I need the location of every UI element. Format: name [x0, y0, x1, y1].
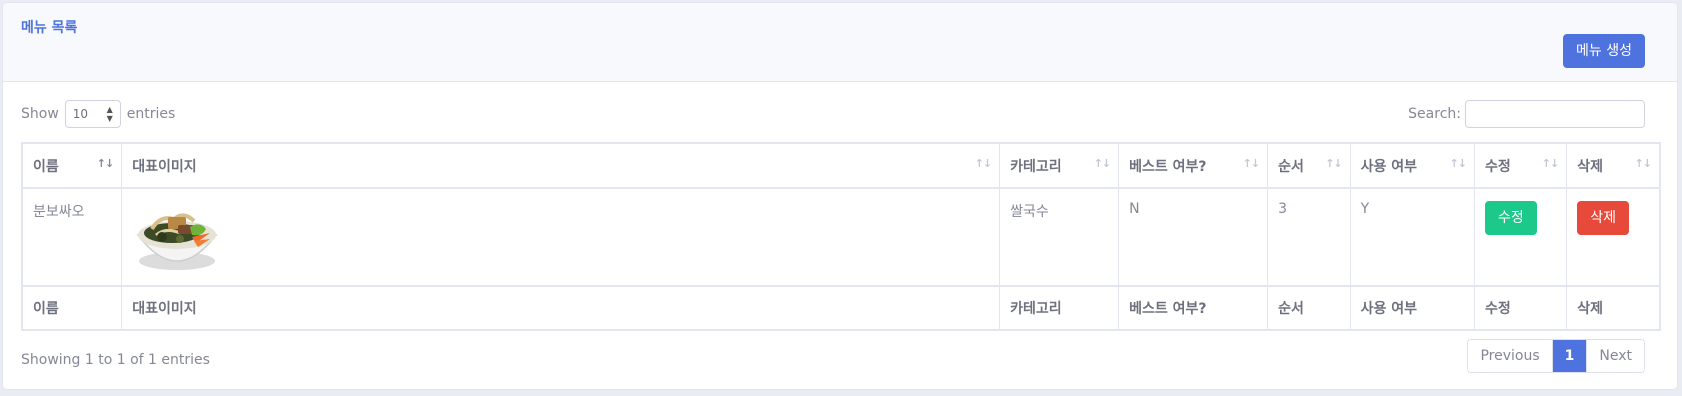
- column-header-name[interactable]: 이름 ↑↓: [21, 142, 123, 189]
- cell-use: Y: [1349, 187, 1476, 287]
- column-header-best[interactable]: 베스트 여부? ↑↓: [1118, 142, 1269, 189]
- column-header-category[interactable]: 카테고리 ↑↓: [999, 142, 1120, 189]
- footer-category: 카테고리: [999, 285, 1120, 331]
- footer-delete: 삭제: [1566, 285, 1661, 331]
- cell-category: 쌀국수: [999, 187, 1120, 287]
- previous-page-button[interactable]: Previous: [1468, 340, 1553, 372]
- column-header-use[interactable]: 사용 여부 ↑↓: [1349, 142, 1476, 189]
- delete-button[interactable]: 삭제: [1577, 201, 1629, 235]
- page-1-button[interactable]: 1: [1552, 340, 1588, 372]
- table-footer-row: 이름 대표이미지 카테고리 베스트 여부? 순서 사용 여부 수정 삭제: [21, 285, 1661, 331]
- menu-image-bowl: [136, 213, 218, 270]
- card-header: 메뉴 목록 메뉴 생성: [3, 3, 1677, 82]
- table-info: Showing 1 to 1 of 1 entries: [21, 352, 210, 368]
- footer-image: 대표이미지: [121, 285, 1001, 331]
- cell-image: [121, 187, 1001, 287]
- search-input[interactable]: [1465, 100, 1645, 128]
- edit-button[interactable]: 수정: [1485, 201, 1537, 235]
- entries-length-value: 10: [72, 107, 89, 121]
- cell-delete: 삭제: [1566, 187, 1661, 287]
- sort-icon: ↑↓: [1634, 157, 1652, 170]
- column-header-delete[interactable]: 삭제 ↑↓: [1566, 142, 1661, 189]
- column-header-edit[interactable]: 수정 ↑↓: [1473, 142, 1568, 189]
- select-arrows-icon: ▲ ▼: [106, 105, 113, 123]
- cell-edit: 수정: [1473, 187, 1568, 287]
- sort-asc-icon: ↑↓: [96, 157, 114, 170]
- next-page-button[interactable]: Next: [1587, 340, 1644, 372]
- entries-length-control: Show 10 ▲ ▼ entries: [21, 100, 175, 128]
- table-header-row: 이름 ↑↓ 대표이미지 ↑↓ 카테고리 ↑↓ 베스트 여부? ↑↓ 순서 ↑↓ 사용 여부…: [21, 142, 1661, 189]
- column-header-order[interactable]: 순서 ↑↓: [1267, 142, 1351, 189]
- footer-order: 순서: [1267, 285, 1351, 331]
- footer-name: 이름: [21, 285, 123, 331]
- footer-use: 사용 여부: [1349, 285, 1476, 331]
- sort-icon: ↑↓: [1093, 157, 1111, 170]
- search-label: Search:: [1408, 106, 1461, 122]
- sort-icon: ↑↓: [1325, 157, 1342, 170]
- menu-table: 이름 ↑↓ 대표이미지 ↑↓ 카테고리 ↑↓ 베스트 여부? ↑↓ 순서 ↑↓ 사용 여부…: [21, 142, 1661, 331]
- entries-label: entries: [126, 106, 176, 122]
- sort-icon: ↑↓: [1541, 157, 1559, 170]
- entries-length-select[interactable]: 10 ▲ ▼: [64, 100, 121, 128]
- cell-order: 3: [1267, 187, 1351, 287]
- cell-best: N: [1118, 187, 1269, 287]
- show-label: Show: [21, 106, 59, 122]
- sort-icon: ↑↓: [1242, 157, 1260, 170]
- sort-icon: ↑↓: [1449, 157, 1467, 170]
- table-row: 분보싸오 쌀국수 N 3 Y 수정 삭제: [21, 187, 1661, 287]
- footer-edit: 수정: [1473, 285, 1568, 331]
- footer-best: 베스트 여부?: [1118, 285, 1269, 331]
- search-control: Search:: [1408, 100, 1645, 128]
- pagination: Previous 1 Next: [1467, 339, 1645, 373]
- create-menu-button[interactable]: 메뉴 생성: [1563, 34, 1645, 68]
- sort-icon: ↑↓: [974, 157, 992, 170]
- page-title: 메뉴 목록: [21, 20, 78, 36]
- menu-list-card: 메뉴 목록 메뉴 생성 Show 10 ▲ ▼ entries Search: 이…: [2, 2, 1678, 390]
- column-header-image[interactable]: 대표이미지 ↑↓: [121, 142, 1001, 189]
- cell-name: 분보싸오: [21, 187, 123, 287]
